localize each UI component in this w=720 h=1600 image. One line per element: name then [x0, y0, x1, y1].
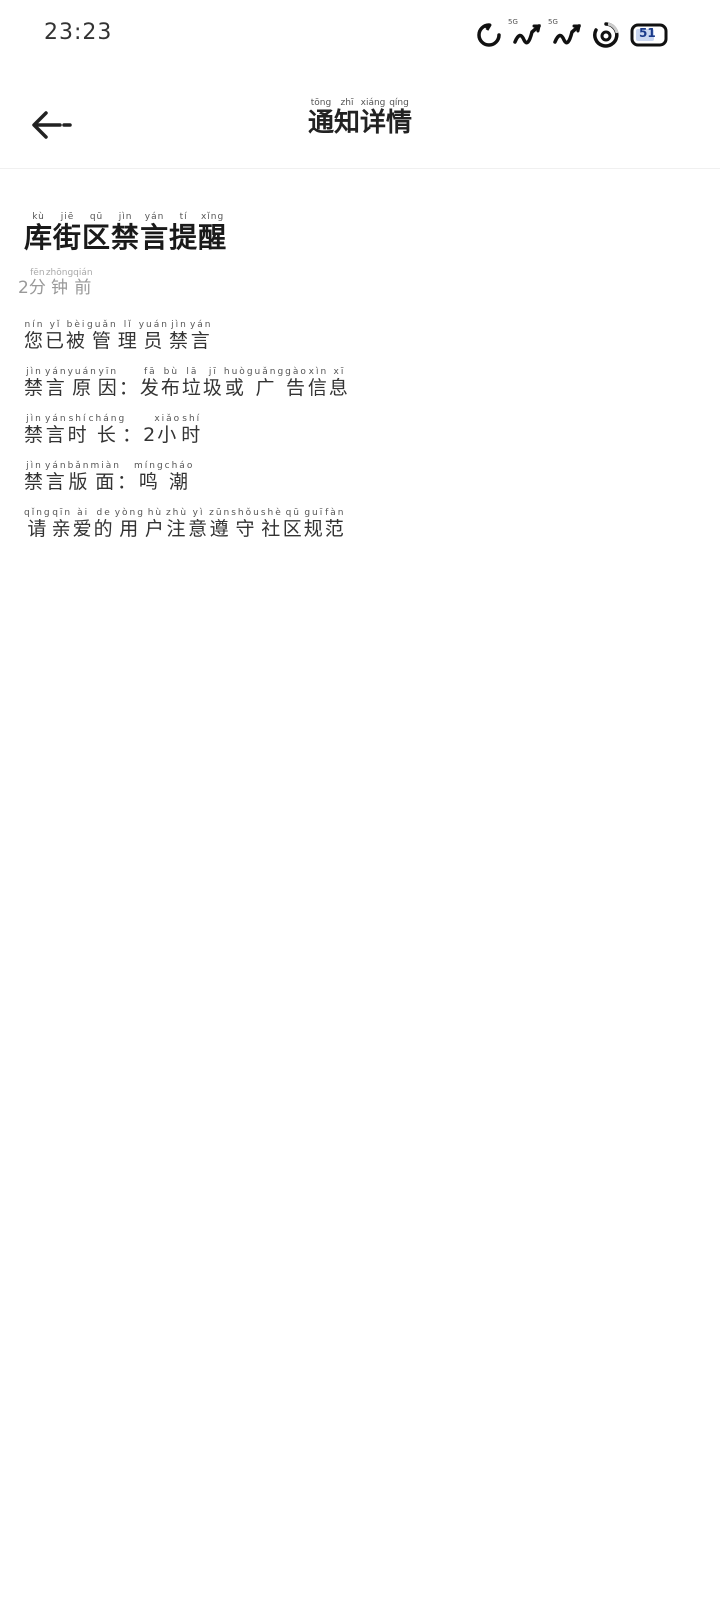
notice-line-reason: 禁jìn言yán原yuán因yīn：发fā布bù垃lā圾jī或huò广guǎng… — [24, 367, 350, 399]
signal-5g-label: 5G — [508, 18, 518, 26]
notice-line-reminder: 请qǐng亲qīn爱ài的de用yòng户hù注zhù意yì遵zūn守shǒu社… — [24, 508, 346, 540]
notice-title: 库kù街jiē区qū禁jìn言yán提tí醒xǐng — [24, 212, 228, 254]
notice-timestamp: 2分fēn钟zhōng前qián — [18, 268, 93, 298]
status-bar: 23:23 5G 5G 51 — [0, 0, 720, 70]
loading-icon — [592, 21, 620, 49]
signal-5g-icon: 5G — [508, 18, 542, 48]
battery-level: 51 — [639, 26, 656, 40]
signal-5g-label: 5G — [548, 18, 558, 26]
title-bar: 通tōng知zhī详xiáng情qíng — [0, 90, 720, 169]
status-icons: 5G 5G 51 — [476, 18, 670, 52]
notice-line-muted: 您nín已yǐ被bèi管guǎn理lǐ员yuán禁jìn言yán — [24, 320, 213, 352]
notice-body: 您nín已yǐ被bèi管guǎn理lǐ员yuán禁jìn言yán 禁jìn言yá… — [24, 320, 704, 555]
page-title: 通tōng知zhī详xiáng情qíng — [307, 98, 413, 138]
notification-icon — [476, 22, 502, 48]
notice-line-board: 禁jìn言yán版bǎn面miàn：鸣míng潮cháo — [24, 461, 195, 493]
signal-5g-icon: 5G — [548, 18, 582, 48]
status-time: 23:23 — [44, 20, 113, 45]
battery-icon: 51 — [630, 23, 670, 47]
notice-line-duration: 禁jìn言yán时shí长cháng：2小xiǎo时shí — [24, 414, 203, 446]
